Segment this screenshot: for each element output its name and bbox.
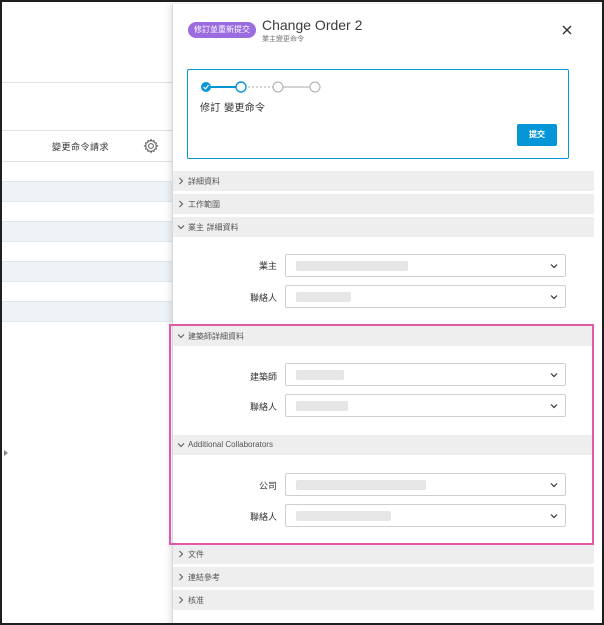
list-header: 變更命令請求	[2, 130, 172, 162]
table-row[interactable]	[2, 242, 172, 262]
section-label: 核准	[188, 596, 204, 605]
section-owner-details[interactable]: 業主 詳細資料	[173, 217, 594, 237]
chevron-down-icon	[550, 483, 558, 488]
section-files[interactable]: 文件	[173, 544, 594, 564]
redacted-value	[296, 480, 426, 490]
gear-icon[interactable]	[143, 138, 159, 154]
architect-select[interactable]	[285, 363, 566, 386]
drawer-subtitle: 業主變更命令	[262, 35, 304, 43]
redacted-value	[296, 261, 408, 271]
owner-contact-label: 聯絡人	[249, 294, 277, 304]
chevron-right-icon	[179, 573, 184, 581]
owner-label: 業主	[258, 262, 277, 272]
redacted-value	[296, 370, 344, 380]
divider	[2, 82, 172, 83]
chevron-down-icon	[550, 514, 558, 519]
section-details[interactable]: 詳細資料	[173, 171, 594, 191]
change-order-drawer: 修訂並重新提交 Change Order 2 業主變更命令 修訂 變更命令 提交…	[172, 4, 602, 623]
section-label: 詳細資料	[188, 177, 220, 186]
screen-frame: 變更命令請求 修訂並重新提交 Change Order 2 業主變更命令 修訂 …	[0, 0, 604, 625]
section-architect-details[interactable]: 建築師詳細資料	[173, 326, 594, 346]
table-row[interactable]	[2, 162, 172, 182]
owner-contact-select[interactable]	[285, 285, 566, 308]
chevron-down-icon	[550, 404, 558, 409]
section-additional-collaborators[interactable]: Additional Collaborators	[173, 435, 594, 455]
owner-select[interactable]	[285, 254, 566, 277]
table-row[interactable]	[2, 262, 172, 282]
architect-label: 建築師	[249, 373, 277, 383]
chevron-down-icon	[550, 295, 558, 300]
table-row[interactable]	[2, 302, 172, 322]
chevron-down-icon	[550, 373, 558, 378]
workflow-stepper	[201, 81, 321, 93]
table-row[interactable]	[2, 282, 172, 302]
close-icon[interactable]	[559, 22, 575, 38]
architect-contact-label: 聯絡人	[249, 403, 277, 413]
table-row[interactable]	[2, 182, 172, 202]
background-list: 變更命令請求	[2, 2, 172, 623]
collapse-handle-icon[interactable]	[4, 441, 8, 456]
redacted-value	[296, 511, 391, 521]
table-row[interactable]	[2, 222, 172, 242]
chevron-right-icon	[179, 550, 184, 558]
chevron-right-icon	[179, 200, 184, 208]
architect-contact-select[interactable]	[285, 394, 566, 417]
drawer-title: Change Order 2	[262, 17, 363, 33]
section-label: 文件	[188, 550, 204, 559]
redacted-value	[296, 401, 348, 411]
company-contact-select[interactable]	[285, 504, 566, 527]
submit-button[interactable]: 提交	[517, 124, 557, 146]
chevron-down-icon	[177, 225, 185, 230]
status-badge: 修訂並重新提交	[188, 22, 256, 38]
chevron-down-icon	[550, 264, 558, 269]
chevron-down-icon	[177, 443, 185, 448]
section-label: 工作範圍	[188, 200, 220, 209]
company-select[interactable]	[285, 473, 566, 496]
section-references[interactable]: 連結參考	[173, 567, 594, 587]
section-scope[interactable]: 工作範圍	[173, 194, 594, 214]
workflow-status-box: 修訂 變更命令 提交	[187, 69, 569, 159]
section-approval[interactable]: 核准	[173, 590, 594, 610]
chevron-down-icon	[177, 334, 185, 339]
column-header[interactable]: 變更命令請求	[52, 140, 109, 153]
redacted-value	[296, 292, 351, 302]
section-label: 業主 詳細資料	[188, 223, 239, 232]
table-row[interactable]	[2, 202, 172, 222]
chevron-right-icon	[179, 596, 184, 604]
company-contact-label: 聯絡人	[249, 513, 277, 523]
chevron-right-icon	[179, 177, 184, 185]
status-text: 修訂 變更命令	[200, 103, 266, 114]
section-label: 建築師詳細資料	[188, 332, 244, 341]
company-label: 公司	[258, 482, 277, 492]
section-label: 連結參考	[188, 573, 220, 582]
section-label: Additional Collaborators	[188, 440, 273, 449]
